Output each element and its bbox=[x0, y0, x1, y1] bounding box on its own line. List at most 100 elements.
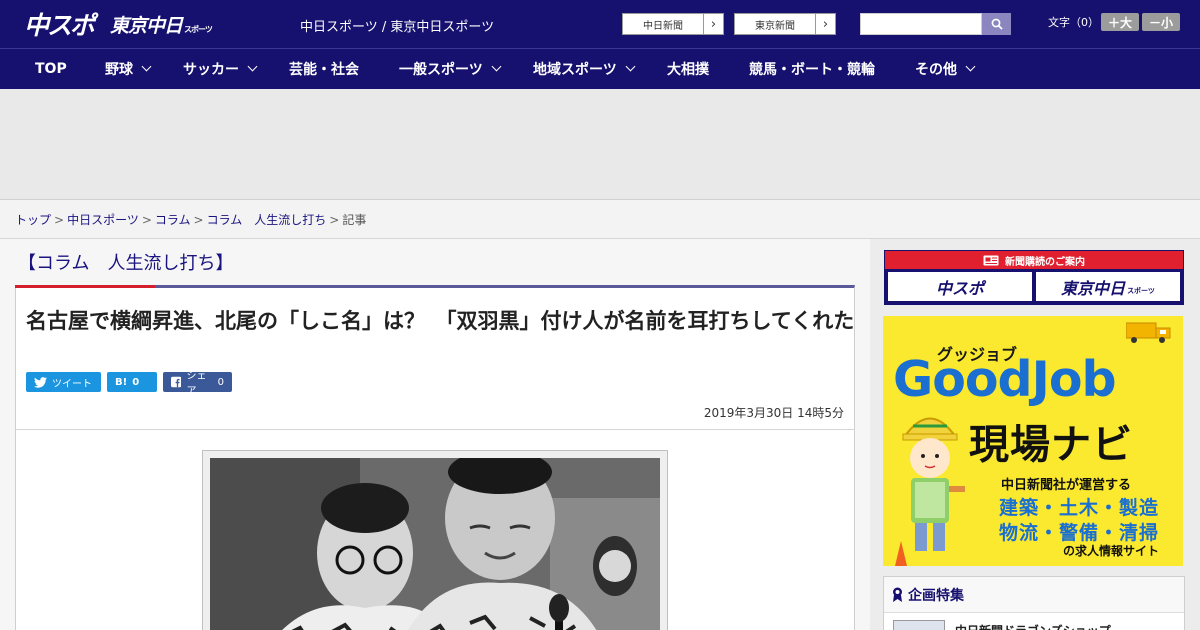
tokyo-shimbun-link[interactable]: 東京新聞 › bbox=[734, 13, 836, 35]
breadcrumb-separator: > bbox=[141, 213, 152, 227]
chevron-down-icon bbox=[247, 61, 258, 72]
article-headline: 名古屋で横綱昇進、北尾の「しこ名」は？ 「双羽黒」付け人が名前を耳打ちしてくれた bbox=[26, 309, 855, 333]
article-photo[interactable] bbox=[210, 458, 660, 630]
tokyo-logo-small: スポーツ bbox=[184, 25, 213, 34]
font-smaller-button[interactable]: －小 bbox=[1142, 13, 1180, 31]
truck-icon bbox=[1126, 322, 1171, 343]
article-card: 名古屋で横綱昇進、北尾の「しこ名」は？ 「双羽黒」付け人が名前を耳打ちしてくれた… bbox=[15, 285, 855, 630]
share-buttons: ツイート B! 0 シェア 0 bbox=[26, 371, 232, 397]
chevron-down-icon bbox=[625, 61, 636, 72]
font-size-label: 文字（0） bbox=[1048, 16, 1099, 29]
ribbon-icon bbox=[893, 587, 902, 602]
nav-item-entertainment[interactable]: 芸能・社会 bbox=[289, 49, 359, 89]
subscription-logos: 中スポ 東京中日 スポーツ bbox=[885, 269, 1183, 304]
breadcrumb: トップ > 中日スポーツ > コラム > コラム 人生流し打ち > 記事 bbox=[0, 200, 1200, 239]
hatena-bookmark-button[interactable]: B! 0 bbox=[107, 372, 157, 392]
site-title: 中日スポーツ / 東京中日スポーツ bbox=[300, 20, 495, 35]
goodjob-categories-1: 建築・土木・製造 bbox=[999, 497, 1160, 519]
nav-item-baseball[interactable]: 野球 bbox=[105, 49, 152, 89]
tokyo-shimbun-label: 東京新聞 bbox=[755, 20, 795, 32]
article-date: 2019年3月30日 14時5分 bbox=[703, 406, 844, 420]
article-accent-line bbox=[15, 285, 155, 288]
chunichi-shimbun-link[interactable]: 中日新聞 › bbox=[622, 13, 724, 35]
subscription-heading-text: 新聞購読のご案内 bbox=[1005, 256, 1085, 268]
feature-heading: 企画特集 bbox=[884, 577, 1184, 613]
nav-item-sumo[interactable]: 大相撲 bbox=[667, 49, 709, 89]
goodjob-categories-2: 物流・警備・清掃 bbox=[999, 522, 1160, 544]
nav-item-label: 野球 bbox=[105, 62, 133, 78]
feature-thumbnail bbox=[893, 620, 945, 630]
facebook-share-label: シェア bbox=[186, 371, 207, 397]
goodjob-subtitle: 現場ナビ bbox=[969, 422, 1133, 468]
nav-item-soccer[interactable]: サッカー bbox=[183, 49, 258, 89]
tokyo-chunichi-logo[interactable]: 東京中日 スポーツ bbox=[110, 7, 213, 41]
chuspo-logo[interactable]: 中スポ bbox=[24, 7, 95, 41]
promo-logo-small: スポーツ bbox=[1127, 286, 1155, 295]
chevron-down-icon bbox=[491, 61, 502, 72]
nav-item-label: その他 bbox=[915, 62, 957, 78]
promo-logo-text: 東京中日 bbox=[1061, 278, 1126, 298]
breadcrumb-separator: > bbox=[193, 213, 204, 227]
breadcrumb-separator: > bbox=[329, 213, 340, 227]
chevron-down-icon bbox=[965, 61, 976, 72]
tweet-button[interactable]: ツイート bbox=[26, 372, 101, 392]
hatena-count: 0 bbox=[132, 376, 140, 388]
chevron-right-icon: › bbox=[815, 14, 835, 34]
nav-item-label: 一般スポーツ bbox=[399, 62, 483, 78]
font-larger-button[interactable]: ＋大 bbox=[1101, 13, 1139, 31]
ad-banner-area bbox=[0, 89, 1200, 200]
nav-item-local-sports[interactable]: 地域スポーツ bbox=[533, 49, 636, 89]
nav-item-label: 芸能・社会 bbox=[289, 62, 359, 78]
nav-item-label: TOP bbox=[35, 61, 67, 77]
top-header: 中スポ 東京中日 スポーツ 中日スポーツ / 東京中日スポーツ 中日新聞 › 東… bbox=[0, 0, 1200, 48]
search-input[interactable] bbox=[860, 13, 982, 35]
promo-logo-tokyo-chunichi[interactable]: 東京中日 スポーツ bbox=[1036, 272, 1180, 301]
nav-item-racing[interactable]: 競馬・ボート・競輪 bbox=[749, 49, 875, 89]
nav-item-label: 地域スポーツ bbox=[533, 62, 617, 78]
article-photo-frame bbox=[202, 450, 668, 630]
feature-item[interactable]: 中日新聞ドラゴンズショップ bbox=[884, 613, 1184, 630]
newspaper-icon bbox=[983, 255, 999, 265]
worker-character-illustration bbox=[895, 417, 965, 566]
feature-item-title: 中日新聞ドラゴンズショップ bbox=[955, 622, 1111, 630]
article-divider bbox=[16, 429, 854, 430]
twitter-icon bbox=[34, 376, 47, 388]
nav-item-label: サッカー bbox=[183, 62, 239, 78]
breadcrumb-column[interactable]: コラム bbox=[155, 213, 191, 227]
promo-logo-chuspo[interactable]: 中スポ bbox=[888, 272, 1032, 301]
nav-item-top[interactable]: TOP bbox=[35, 49, 67, 89]
facebook-share-button[interactable]: シェア 0 bbox=[163, 371, 232, 397]
tweet-label: ツイート bbox=[52, 378, 92, 390]
facebook-share-count: 0 bbox=[217, 376, 224, 388]
main-content: 【コラム 人生流し打ち】 名古屋で横綱昇進、北尾の「しこ名」は？ 「双羽黒」付け… bbox=[0, 239, 870, 630]
photo-image bbox=[210, 458, 660, 630]
search-button[interactable] bbox=[982, 13, 1011, 35]
hatena-icon: B! bbox=[115, 376, 128, 388]
chevron-right-icon: › bbox=[703, 14, 723, 34]
column-label: 【コラム 人生流し打ち】 bbox=[18, 253, 234, 274]
nav-item-other[interactable]: その他 bbox=[915, 49, 976, 89]
feature-section: 企画特集 中日新聞ドラゴンズショップ bbox=[883, 576, 1185, 630]
breadcrumb-top[interactable]: トップ bbox=[15, 213, 51, 227]
nav-item-label: 競馬・ボート・競輪 bbox=[749, 62, 875, 78]
tokyo-logo-text: 東京中日 bbox=[110, 14, 183, 37]
goodjob-footer: の求人情報サイト bbox=[1063, 544, 1160, 558]
chunichi-shimbun-label: 中日新聞 bbox=[643, 20, 683, 32]
promo-logo-text: 中スポ bbox=[935, 278, 984, 298]
subscription-heading: 新聞購読のご案内 bbox=[885, 251, 1183, 269]
breadcrumb-current: 記事 bbox=[342, 213, 367, 227]
main-nav: TOP 野球 サッカー 芸能・社会 一般スポーツ 地域スポーツ 大相撲 競馬・ボ… bbox=[0, 48, 1200, 89]
feature-heading-text: 企画特集 bbox=[908, 587, 964, 604]
search-icon bbox=[991, 18, 1003, 30]
chuspo-logo-text: 中スポ bbox=[24, 11, 95, 40]
nav-item-general-sports[interactable]: 一般スポーツ bbox=[399, 49, 502, 89]
breadcrumb-column-series[interactable]: コラム 人生流し打ち bbox=[207, 213, 327, 227]
goodjob-description: 中日新聞社が運営する bbox=[1001, 478, 1132, 493]
nav-item-label: 大相撲 bbox=[667, 62, 709, 78]
chevron-down-icon bbox=[141, 61, 152, 72]
facebook-icon bbox=[171, 376, 182, 388]
subscription-promo[interactable]: 新聞購読のご案内 中スポ 東京中日 スポーツ bbox=[884, 250, 1184, 305]
breadcrumb-separator: > bbox=[54, 213, 65, 227]
goodjob-banner-ad[interactable]: グッジョブ GoodJob 現場ナビ 中日新聞社が運営する 建築・土木・製造 物… bbox=[883, 316, 1183, 566]
breadcrumb-chunichi-sports[interactable]: 中日スポーツ bbox=[67, 213, 139, 227]
